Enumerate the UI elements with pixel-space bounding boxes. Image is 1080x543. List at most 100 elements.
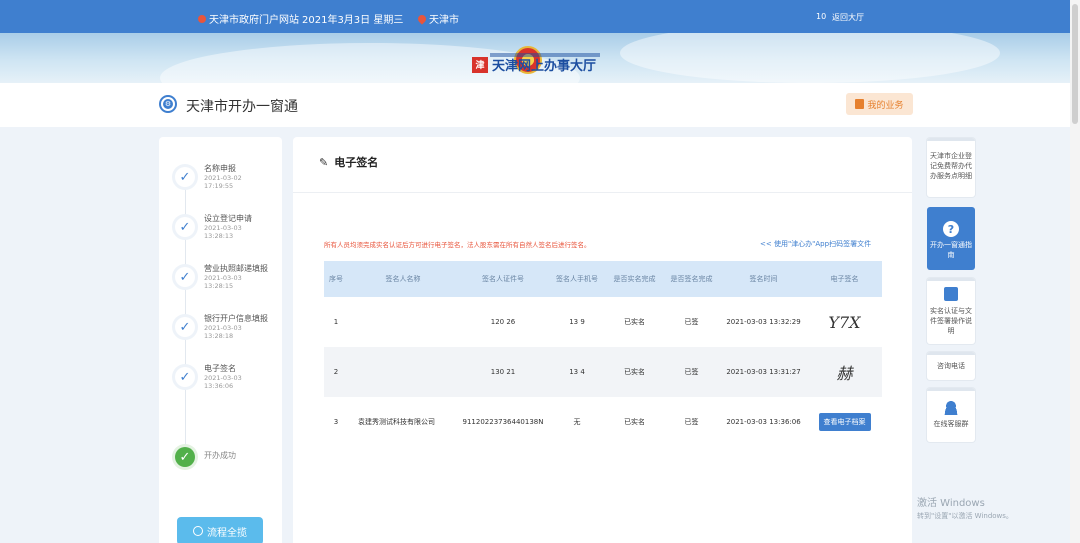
step-time: 2021-03-03 13:28:13: [204, 224, 242, 240]
signer-phone: 13 9: [569, 318, 585, 326]
section-title: ✎ 电子签名: [319, 154, 378, 170]
handwritten-signature: 赫: [807, 347, 882, 397]
success-check-icon: ✓: [175, 447, 195, 467]
city-selector[interactable]: 天津市: [416, 11, 459, 26]
signer-phone: 13 4: [548, 347, 606, 397]
sign-status: 已签: [663, 347, 720, 397]
sign-status: 已签: [684, 318, 699, 326]
my-business-button[interactable]: 我的业务: [846, 93, 913, 115]
signature-table: 序号 签名人名称 签名人证件号 签名人手机号 是否实名完成 是否签名完成 签名时…: [324, 261, 882, 447]
portal-link[interactable]: 天津市政府门户网站: [198, 11, 299, 26]
top-bar: 天津市政府门户网站 2021年3月3日 星期三 天津市 10 返回大厅: [0, 0, 1080, 33]
check-icon: ✓: [175, 267, 195, 287]
step-time: 2021-03-03 13:36:06: [204, 374, 242, 390]
location-pin-icon: [416, 12, 428, 25]
full-process-label: 流程全揽: [207, 527, 247, 539]
step-e-signature[interactable]: ✓ 电子签名 2021-03-03 13:36:06: [171, 359, 281, 399]
customer-service-icon: [943, 401, 959, 415]
table-header-row: 序号 签名人名称 签名人证件号 签名人手机号 是否实名完成 是否签名完成 签名时…: [324, 261, 882, 297]
signature-instructions: 所有人员均须完成实名认证后方可进行电子签名，法人股东需在所有自然人签名后进行签名…: [324, 241, 591, 249]
book-icon: [855, 99, 865, 109]
table-row: 3 袁建秀测试科技有限公司 91120223736440138N 无 已实名 已…: [324, 397, 882, 447]
realname-status: 已实名: [624, 318, 645, 326]
column-header: 是否签名完成: [663, 261, 720, 297]
check-icon: ✓: [175, 367, 195, 387]
step-time: 2021-03-02 17:19:55: [204, 174, 242, 190]
step-completed: ✓ 开办成功: [171, 439, 281, 479]
column-header: 序号: [324, 261, 348, 297]
scrollbar-thumb[interactable]: [1072, 4, 1078, 124]
sign-time: 2021-03-03 13:31:27: [720, 347, 807, 397]
rail-online-service[interactable]: 在线客服群: [927, 388, 975, 442]
signature-image: 赫: [836, 364, 853, 383]
step-label: 设立登记申请: [204, 214, 252, 223]
row-number: 3: [333, 418, 339, 426]
version-number: 10: [816, 12, 827, 21]
rail-online-service-label: 在线客服群: [933, 420, 969, 428]
sign-time: 2021-03-03 13:32:29: [726, 318, 801, 326]
full-process-button[interactable]: 流程全揽: [177, 517, 263, 543]
signature-image: Y7X: [828, 312, 861, 332]
realname-status: 已实名: [606, 347, 663, 397]
step-bank-account[interactable]: ✓ 银行开户信息填报 2021-03-03 13:28:18: [171, 309, 281, 349]
portal-label: 天津市政府门户网站: [209, 15, 299, 26]
check-icon: ✓: [175, 317, 195, 337]
step-label: 名称申报: [204, 164, 236, 173]
online-hall-title: 天津网上办事大厅: [492, 59, 597, 74]
step-label: 银行开户信息填报: [204, 314, 268, 323]
progress-steps-panel: ✓ 名称申报 2021-03-02 17:19:55 ✓ 设立登记申请 2021…: [159, 137, 282, 543]
back-to-hall-link[interactable]: 返回大厅: [832, 12, 864, 23]
rail-window-guide[interactable]: ? 开办一窗通指南: [927, 207, 975, 270]
rail-realname-doc-label: 实名认证与文件签署操作说明: [930, 307, 972, 335]
step-label: 开办成功: [204, 451, 236, 460]
column-header: 电子签名: [807, 261, 882, 297]
view-archive-cell: 查看电子档案: [807, 397, 882, 447]
signer-id: 130 21: [458, 347, 548, 397]
row-number: 2: [324, 347, 348, 397]
realname-status: 已实名: [624, 418, 645, 426]
column-header: 是否实名完成: [606, 261, 663, 297]
column-header: 签名人证件号: [458, 261, 548, 297]
online-hall-logo: 津 天津网上办事大厅: [472, 55, 596, 74]
sign-time: 2021-03-03 13:36:06: [726, 418, 801, 426]
main-content-panel: ✎ 电子签名 所有人员均须完成实名认证后方可进行电子签名，法人股东需在所有自然人…: [293, 137, 912, 543]
rail-service-points-label: 天津市企业登记免费帮办代办服务点明细: [930, 152, 972, 180]
handwritten-signature: Y7X: [807, 297, 882, 347]
service-logo-icon: ⚙: [159, 95, 177, 113]
step-license-mailing[interactable]: ✓ 营业执照邮递填报 2021-03-03 13:28:15: [171, 259, 281, 299]
table-row: 2 130 21 13 4 已实名 已签 2021-03-03 13:31:27…: [324, 347, 882, 397]
check-icon: ✓: [175, 167, 195, 187]
signer-id: 120 26: [490, 318, 516, 326]
step-label: 电子签名: [204, 364, 236, 373]
windows-activation-watermark: 激活 Windows 转到"设置"以激活 Windows。: [917, 494, 1013, 521]
app-scan-link[interactable]: << 使用"津心办"App扫码签署文件: [760, 239, 871, 249]
signer-phone: 无: [573, 418, 581, 426]
current-date: 2021年3月3日 星期三: [302, 15, 404, 26]
rail-spacer: [927, 391, 975, 401]
watermark-line2: 转到"设置"以激活 Windows。: [917, 512, 1013, 520]
pen-icon: ✎: [319, 155, 329, 169]
rail-service-points[interactable]: 天津市企业登记免费帮办代办服务点明细: [927, 138, 975, 197]
column-header: 签名人手机号: [548, 261, 606, 297]
step-time: 2021-03-03 13:28:18: [204, 324, 242, 340]
page-title: 天津市开办一窗通: [186, 99, 298, 115]
rail-window-guide-label: 开办一窗通指南: [930, 241, 972, 259]
rail-hotline-label: 咨询电话: [937, 362, 965, 370]
view-archive-button[interactable]: 查看电子档案: [818, 413, 871, 431]
section-title-text: 电子签名: [334, 156, 379, 169]
column-header: 签名时间: [720, 261, 807, 297]
rail-hotline[interactable]: 咨询电话: [927, 352, 975, 380]
row-number: 1: [333, 318, 339, 326]
city-label: 天津市: [429, 15, 459, 26]
rail-realname-doc[interactable]: 实名认证与文件签署操作说明: [927, 278, 975, 344]
rail-spacer: [927, 207, 975, 221]
step-registration[interactable]: ✓ 设立登记申请 2021-03-03 13:28:13: [171, 209, 281, 249]
question-icon: ?: [943, 221, 959, 237]
step-label: 营业执照邮递填报: [204, 264, 268, 273]
watermark-line1: 激活 Windows: [917, 498, 985, 509]
document-icon: [944, 287, 958, 301]
step-time: 2021-03-03 13:28:15: [204, 274, 242, 290]
step-name-declaration[interactable]: ✓ 名称申报 2021-03-02 17:19:55: [171, 159, 281, 199]
signer-id: 91120223736440138N: [462, 418, 544, 426]
portal-icon: [198, 14, 206, 23]
